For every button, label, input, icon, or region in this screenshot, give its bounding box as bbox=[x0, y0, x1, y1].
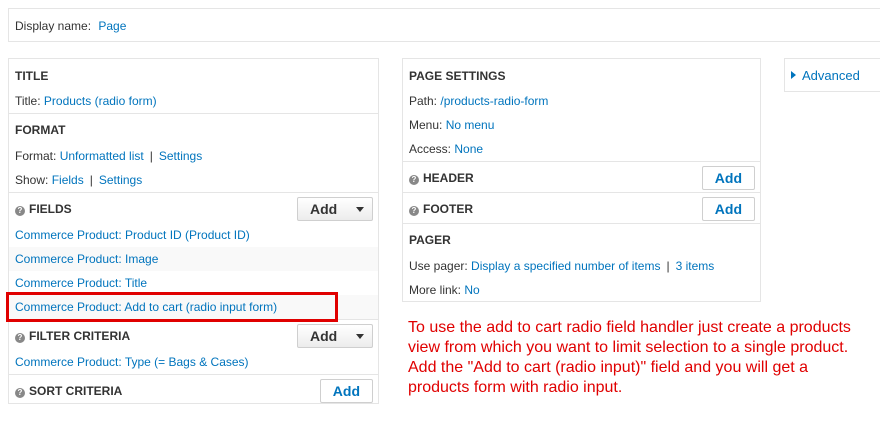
help-icon[interactable]: ? bbox=[409, 175, 419, 185]
title-row: Title: Products (radio form) bbox=[9, 89, 378, 113]
advanced-row: Advanced bbox=[785, 59, 880, 83]
display-name-bar: Display name: Page bbox=[8, 8, 880, 42]
annotation-text: To use the add to cart radio field handl… bbox=[408, 319, 851, 396]
more-link-value[interactable]: No bbox=[464, 283, 479, 297]
help-icon[interactable]: ? bbox=[15, 333, 25, 343]
add-label: Add bbox=[310, 201, 338, 217]
fields-header: ? FIELDS Add bbox=[9, 192, 378, 223]
title-value-link[interactable]: Products (radio form) bbox=[44, 94, 157, 108]
help-icon[interactable]: ? bbox=[15, 388, 25, 398]
display-name-link[interactable]: Page bbox=[98, 19, 126, 33]
chevron-right-icon bbox=[791, 71, 796, 79]
field-item: Commerce Product: Product ID (Product ID… bbox=[9, 223, 378, 247]
field-item: Commerce Product: Image bbox=[9, 247, 378, 271]
format-row: Format: Unformatted list | Settings bbox=[9, 144, 378, 168]
sort-add-button[interactable]: Add bbox=[319, 379, 373, 403]
settings-column: PAGE SETTINGS Path: /products-radio-form… bbox=[402, 58, 761, 302]
access-label: Access: bbox=[409, 142, 452, 156]
pager-heading: PAGER bbox=[403, 223, 760, 254]
menu-row: Menu: No menu bbox=[403, 113, 760, 137]
menu-link[interactable]: No menu bbox=[446, 118, 495, 132]
filter-header: ? FILTER CRITERIA Add bbox=[9, 319, 378, 350]
fields-add-button[interactable]: Add bbox=[297, 197, 373, 221]
use-pager-label: Use pager: bbox=[409, 259, 468, 273]
add-label: Add bbox=[310, 328, 338, 344]
separator: | bbox=[666, 259, 670, 273]
highlight-box bbox=[6, 292, 338, 322]
page-settings-heading: PAGE SETTINGS bbox=[409, 69, 506, 83]
header-heading: HEADER bbox=[423, 171, 474, 185]
more-link-row: More link: No bbox=[403, 278, 760, 302]
help-icon[interactable]: ? bbox=[409, 206, 419, 216]
show-settings-link[interactable]: Settings bbox=[99, 173, 142, 187]
footer-section: ? FOOTER Add bbox=[403, 192, 760, 223]
header-section: ? HEADER Add bbox=[403, 161, 760, 192]
show-row: Show: Fields | Settings bbox=[9, 168, 378, 192]
path-label: Path: bbox=[409, 94, 438, 108]
filter-link-type[interactable]: Commerce Product: Type (= Bags & Cases) bbox=[15, 355, 249, 369]
use-pager-link[interactable]: Display a specified number of items bbox=[471, 259, 660, 273]
fields-heading: FIELDS bbox=[29, 202, 72, 216]
title-label: Title: bbox=[15, 94, 41, 108]
menu-label: Menu: bbox=[409, 118, 443, 132]
sort-header: ? SORT CRITERIA Add bbox=[9, 374, 378, 405]
format-label: Format: bbox=[15, 149, 57, 163]
use-pager-row: Use pager: Display a specified number of… bbox=[403, 254, 760, 278]
format-settings-link[interactable]: Settings bbox=[159, 149, 202, 163]
path-link[interactable]: /products-radio-form bbox=[440, 94, 548, 108]
more-link-label: More link: bbox=[409, 283, 462, 297]
advanced-link[interactable]: Advanced bbox=[802, 68, 860, 83]
pager-items-link[interactable]: 3 items bbox=[676, 259, 715, 273]
chevron-down-icon bbox=[356, 334, 364, 339]
header-add-button[interactable]: Add bbox=[701, 166, 755, 190]
format-heading: FORMAT bbox=[9, 113, 378, 144]
show-value-link[interactable]: Fields bbox=[52, 173, 84, 187]
chevron-down-icon bbox=[356, 207, 364, 212]
access-row: Access: None bbox=[403, 137, 760, 161]
display-name-label: Display name: bbox=[15, 19, 92, 33]
help-icon[interactable]: ? bbox=[15, 206, 25, 216]
footer-add-button[interactable]: Add bbox=[701, 197, 755, 221]
filter-item: Commerce Product: Type (= Bags & Cases) bbox=[9, 350, 378, 374]
field-link-title[interactable]: Commerce Product: Title bbox=[15, 276, 147, 290]
footer-heading: FOOTER bbox=[423, 202, 473, 216]
filter-add-button[interactable]: Add bbox=[297, 324, 373, 348]
show-label: Show: bbox=[15, 173, 49, 187]
title-heading: TITLE bbox=[15, 69, 49, 83]
filter-heading: FILTER CRITERIA bbox=[29, 329, 131, 343]
advanced-column: Advanced bbox=[784, 58, 880, 92]
format-value-link[interactable]: Unformatted list bbox=[60, 149, 144, 163]
separator: | bbox=[89, 173, 93, 187]
field-link-product-id[interactable]: Commerce Product: Product ID (Product ID… bbox=[15, 228, 250, 242]
separator: | bbox=[149, 149, 153, 163]
access-link[interactable]: None bbox=[454, 142, 483, 156]
field-link-image[interactable]: Commerce Product: Image bbox=[15, 252, 158, 266]
sort-heading: SORT CRITERIA bbox=[29, 384, 123, 398]
path-row: Path: /products-radio-form bbox=[403, 89, 760, 113]
main-column: TITLE Title: Products (radio form) FORMA… bbox=[8, 58, 379, 404]
